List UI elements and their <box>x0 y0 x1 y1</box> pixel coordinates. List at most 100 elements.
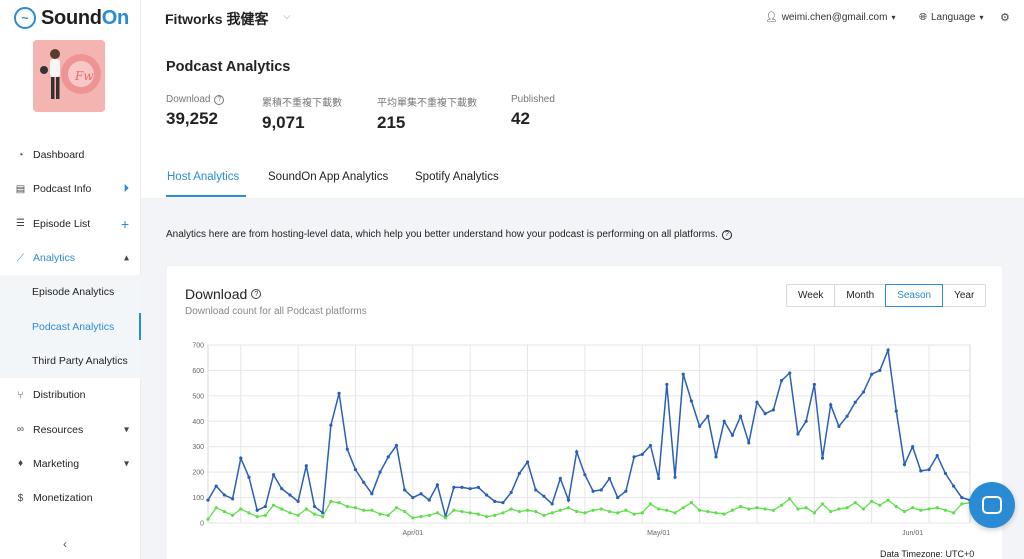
sidebar-item-distribution[interactable]: ⑂ Distribution <box>0 378 141 412</box>
data-point-1 <box>919 508 923 512</box>
sidebar-item-label: Episode Analytics <box>32 286 115 299</box>
data-point-1 <box>370 508 374 512</box>
sidebar-item-podcast-analytics[interactable]: Podcast Analytics <box>0 309 141 343</box>
data-point-1 <box>558 508 562 512</box>
sidebar-item-label: Monetization <box>33 492 93 505</box>
data-point-0 <box>943 471 948 476</box>
data-point-0 <box>509 490 513 495</box>
data-point-1 <box>878 503 882 507</box>
data-point-1 <box>378 512 382 516</box>
sidebar-item-monetization[interactable]: $ Monetization <box>0 481 141 515</box>
data-point-1 <box>796 507 800 511</box>
data-point-1 <box>509 507 513 511</box>
y-tick-label: 700 <box>192 343 204 350</box>
data-point-0 <box>591 489 595 493</box>
data-point-0 <box>820 456 825 460</box>
data-point-0 <box>894 409 898 413</box>
data-point-0 <box>845 414 849 418</box>
data-point-1 <box>484 515 489 519</box>
sidebar-item-dashboard[interactable]: ◔ Dashboard <box>0 138 141 172</box>
data-point-0 <box>362 480 366 484</box>
data-point-1 <box>501 511 505 515</box>
data-point-1 <box>640 511 644 515</box>
data-point-0 <box>878 368 882 373</box>
sidebar-item-resources[interactable]: ∞ Resources ▾ <box>0 412 141 446</box>
data-point-1 <box>952 511 956 515</box>
sidebar: ~ SoundOn Fw ◔ Dashboard ▤ Podcast Info … <box>0 0 141 559</box>
sidebar-item-third-party-analytics[interactable]: Third Party Analytics <box>0 344 141 378</box>
data-point-1 <box>607 509 612 514</box>
play-circle-icon[interactable]: ⏵ <box>124 183 130 196</box>
sidebar-item-episode-analytics[interactable]: Episode Analytics <box>0 275 141 309</box>
language-label: Language <box>931 12 976 23</box>
data-point-1 <box>665 508 669 512</box>
data-point-0 <box>329 423 333 427</box>
period-season-button[interactable]: Season <box>885 284 944 307</box>
data-point-1 <box>648 502 653 506</box>
data-point-0 <box>673 475 677 479</box>
brand-name-part1: Sound <box>41 6 102 29</box>
data-point-1 <box>861 507 866 511</box>
data-point-1 <box>411 516 415 520</box>
sidebar-item-label: Resources <box>33 423 84 436</box>
chevron-down-icon: ▾ <box>123 424 129 436</box>
chat-support-button[interactable] <box>969 482 1015 528</box>
plus-icon[interactable]: + <box>121 216 129 232</box>
data-point-1 <box>493 513 497 517</box>
help-icon[interactable]: ? <box>251 289 262 299</box>
data-point-1 <box>394 506 399 510</box>
stat-label: Published <box>511 94 555 105</box>
stat-value: 215 <box>377 113 406 132</box>
data-point-0 <box>689 399 694 403</box>
soundon-logo-icon: ~ <box>14 7 36 29</box>
chevron-down-icon: ▾ <box>979 13 984 22</box>
gear-icon[interactable]: ⚙ <box>1000 11 1010 24</box>
period-week-button[interactable]: Week <box>786 284 836 307</box>
help-icon[interactable]: ? <box>214 94 225 105</box>
data-point-1 <box>550 511 554 515</box>
account-menu[interactable]: 👤︎ weimi.chen@gmail.com ▾ <box>765 12 895 23</box>
sidebar-item-analytics[interactable]: ⟋ Analytics ▴ <box>0 241 141 275</box>
sidebar-item-podcast-info[interactable]: ▤ Podcast Info ⏵ <box>0 172 141 206</box>
data-point-1 <box>747 507 751 511</box>
help-icon[interactable]: ? <box>721 229 732 240</box>
sidebar-item-episode-list[interactable]: ☰ Episode List + <box>0 207 141 241</box>
data-point-1 <box>591 508 595 512</box>
data-point-0 <box>378 470 382 474</box>
data-point-0 <box>935 454 939 458</box>
stat-download: Download? 39,252 <box>166 94 225 129</box>
tab-spotify-analytics[interactable]: Spotify Analytics <box>415 171 499 183</box>
period-year-button[interactable]: Year <box>942 284 987 307</box>
period-selector: Week Month Season Year <box>786 284 987 307</box>
data-point-1 <box>435 511 440 515</box>
info-text-label: Analytics here are from hosting-level da… <box>166 229 718 240</box>
soundon-logo[interactable]: ~ SoundOn <box>14 6 129 30</box>
show-switch-chevron-down-icon[interactable]: ⌵ <box>283 11 291 22</box>
data-point-0 <box>517 471 521 476</box>
period-month-button[interactable]: Month <box>834 284 887 307</box>
data-point-0 <box>870 372 874 376</box>
data-timezone: Data Timezone: UTC+0 <box>880 549 975 559</box>
brand-name-part2: On <box>101 6 129 29</box>
data-point-0 <box>714 455 718 459</box>
series-line-0 <box>207 347 971 520</box>
y-tick-label: 0 <box>200 521 204 528</box>
data-point-0 <box>861 390 866 394</box>
data-point-0 <box>435 483 440 487</box>
show-title[interactable]: Fitworks 我健客 <box>165 9 268 29</box>
language-menu[interactable]: 🌐︎ Language ▾ <box>919 12 984 23</box>
data-point-0 <box>599 488 603 492</box>
data-point-0 <box>280 487 284 491</box>
tab-host-analytics[interactable]: Host Analytics <box>167 171 239 183</box>
y-tick-label: 600 <box>192 368 204 375</box>
data-point-0 <box>624 489 628 493</box>
stat-label: 累積不重複下載數 <box>262 98 342 109</box>
sidebar-item-label: Podcast Analytics <box>32 320 115 333</box>
data-point-1 <box>616 511 620 515</box>
data-point-1 <box>419 515 423 519</box>
collapse-sidebar-chevron-left-icon[interactable]: ‹ <box>63 537 67 551</box>
tab-soundon-app-analytics[interactable]: SoundOn App Analytics <box>268 171 388 183</box>
sidebar-item-marketing[interactable]: ♦ Marketing ▾ <box>0 447 141 481</box>
data-point-1 <box>517 509 521 514</box>
data-point-0 <box>853 400 857 404</box>
